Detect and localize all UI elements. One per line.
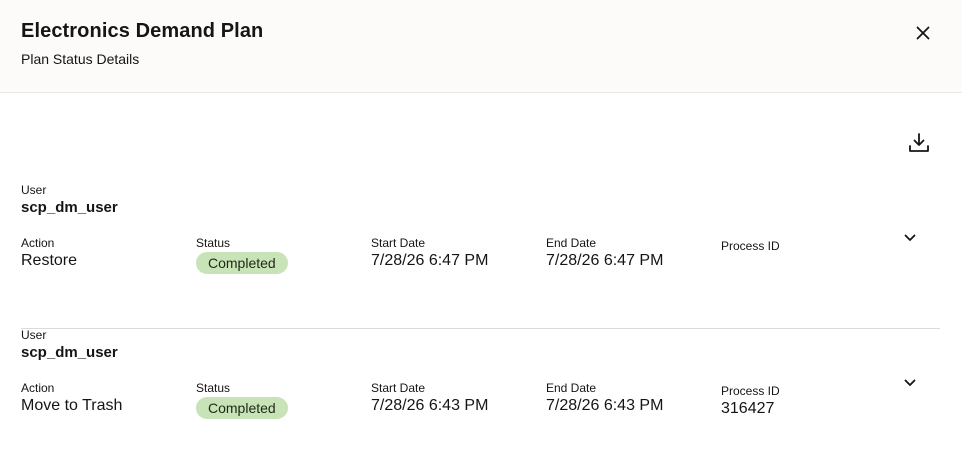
start-date-value: 7/28/26 6:47 PM	[371, 252, 489, 269]
expand-button[interactable]	[899, 372, 921, 394]
end-date-value: 7/28/26 6:43 PM	[546, 397, 664, 414]
process-id-value: 316427	[721, 400, 775, 417]
chevron-down-icon	[904, 379, 916, 386]
status-badge: Completed	[196, 252, 288, 274]
plan-status-dialog: Electronics Demand Plan Plan Status Deta…	[0, 0, 962, 465]
status-label: Status	[196, 236, 231, 250]
start-date-label: Start Date	[371, 381, 426, 395]
action-value: Restore	[21, 252, 78, 269]
action-field: Action Move to Trash	[21, 381, 122, 415]
status-badge: Completed	[196, 397, 288, 419]
action-field: Action Restore	[21, 236, 77, 270]
user-label: User	[21, 328, 47, 342]
process-id-field: Process ID 316427	[721, 381, 780, 418]
close-button[interactable]	[910, 20, 936, 46]
start-date-value: 7/28/26 6:43 PM	[371, 397, 489, 414]
status-field: Status Completed	[196, 381, 288, 419]
expand-button[interactable]	[899, 227, 921, 249]
status-field: Status Completed	[196, 236, 288, 274]
start-date-label: Start Date	[371, 236, 426, 250]
process-id-field: Process ID	[721, 236, 780, 255]
user-label: User	[21, 183, 47, 197]
status-label: Status	[196, 381, 231, 395]
dialog-subtitle: Plan Status Details	[21, 51, 140, 67]
end-date-label: End Date	[546, 236, 597, 250]
action-label: Action	[21, 381, 55, 395]
action-label: Action	[21, 236, 55, 250]
status-record: User scp_dm_user Action Restore Status C…	[21, 183, 940, 329]
download-button[interactable]	[904, 128, 934, 158]
process-id-label: Process ID	[721, 239, 780, 253]
close-icon	[916, 26, 930, 40]
end-date-value: 7/28/26 6:47 PM	[546, 252, 664, 269]
start-date-field: Start Date 7/28/26 6:47 PM	[371, 236, 488, 270]
start-date-field: Start Date 7/28/26 6:43 PM	[371, 381, 488, 415]
end-date-field: End Date 7/28/26 6:43 PM	[546, 381, 663, 415]
process-id-label: Process ID	[721, 384, 780, 398]
status-record: User scp_dm_user Action Move to Trash St…	[21, 328, 940, 465]
download-icon	[909, 133, 929, 152]
dialog-title: Electronics Demand Plan	[21, 20, 264, 42]
user-value: scp_dm_user	[21, 344, 118, 361]
end-date-field: End Date 7/28/26 6:47 PM	[546, 236, 663, 270]
end-date-label: End Date	[546, 381, 597, 395]
chevron-down-icon	[904, 234, 916, 241]
user-value: scp_dm_user	[21, 199, 118, 216]
action-value: Move to Trash	[21, 397, 123, 414]
dialog-header: Electronics Demand Plan Plan Status Deta…	[0, 0, 962, 93]
